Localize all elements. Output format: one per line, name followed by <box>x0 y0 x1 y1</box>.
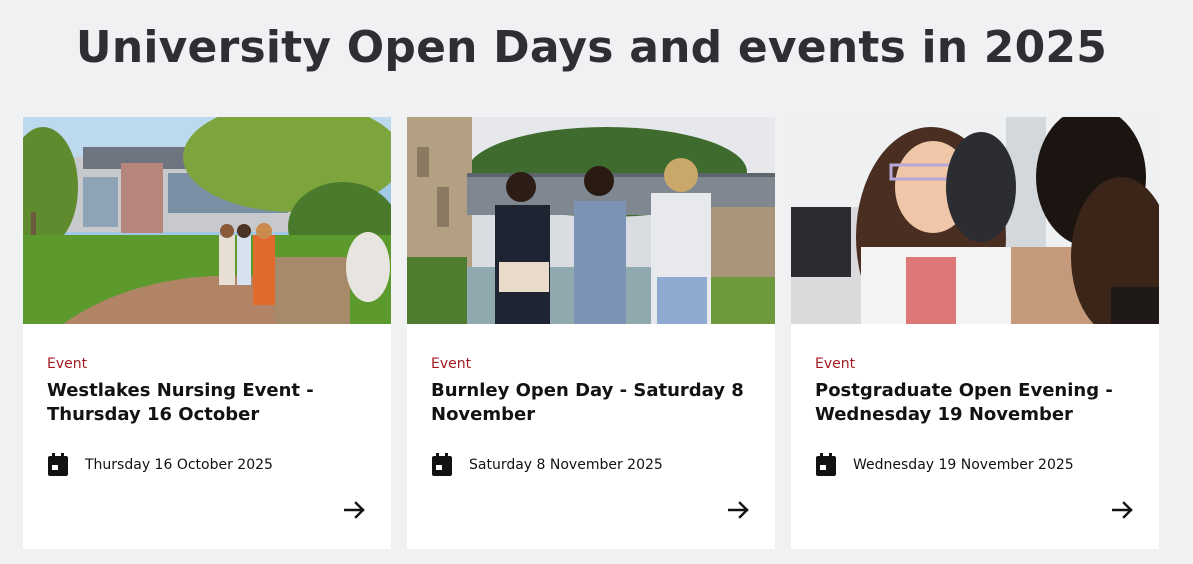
event-date: Saturday 8 November 2025 <box>431 453 663 477</box>
event-card-body: Event Burnley Open Day - Saturday 8 Nove… <box>431 356 751 427</box>
event-date-text: Wednesday 19 November 2025 <box>853 457 1074 473</box>
page-title: University Open Days and events in 2025 <box>75 22 1108 73</box>
event-image-campus[interactable] <box>23 117 391 324</box>
event-title[interactable]: Westlakes Nursing Event - Thursday 16 Oc… <box>47 379 367 427</box>
arrow-right-icon[interactable] <box>1111 498 1135 522</box>
event-image-classroom[interactable] <box>791 117 1159 324</box>
event-card-body: Event Postgraduate Open Evening - Wednes… <box>815 356 1135 427</box>
calendar-icon <box>815 453 837 477</box>
calendar-icon <box>47 453 69 477</box>
event-image-canal[interactable] <box>407 117 775 324</box>
event-card-burnley[interactable]: Event Burnley Open Day - Saturday 8 Nove… <box>407 117 775 549</box>
event-card-postgraduate[interactable]: Event Postgraduate Open Evening - Wednes… <box>791 117 1159 549</box>
event-card-body: Event Westlakes Nursing Event - Thursday… <box>47 356 367 427</box>
event-card-westlakes[interactable]: Event Westlakes Nursing Event - Thursday… <box>23 117 391 549</box>
event-date-text: Thursday 16 October 2025 <box>85 457 273 473</box>
event-tag: Event <box>431 356 472 372</box>
arrow-right-icon[interactable] <box>343 498 367 522</box>
event-tag: Event <box>815 356 856 372</box>
event-tag: Event <box>47 356 88 372</box>
event-date-text: Saturday 8 November 2025 <box>469 457 663 473</box>
events-card-list: Event Westlakes Nursing Event - Thursday… <box>23 117 1159 549</box>
event-date: Wednesday 19 November 2025 <box>815 453 1074 477</box>
event-title[interactable]: Burnley Open Day - Saturday 8 November <box>431 379 751 427</box>
event-title[interactable]: Postgraduate Open Evening - Wednesday 19… <box>815 379 1135 427</box>
calendar-icon <box>431 453 453 477</box>
arrow-right-icon[interactable] <box>727 498 751 522</box>
event-date: Thursday 16 October 2025 <box>47 453 273 477</box>
